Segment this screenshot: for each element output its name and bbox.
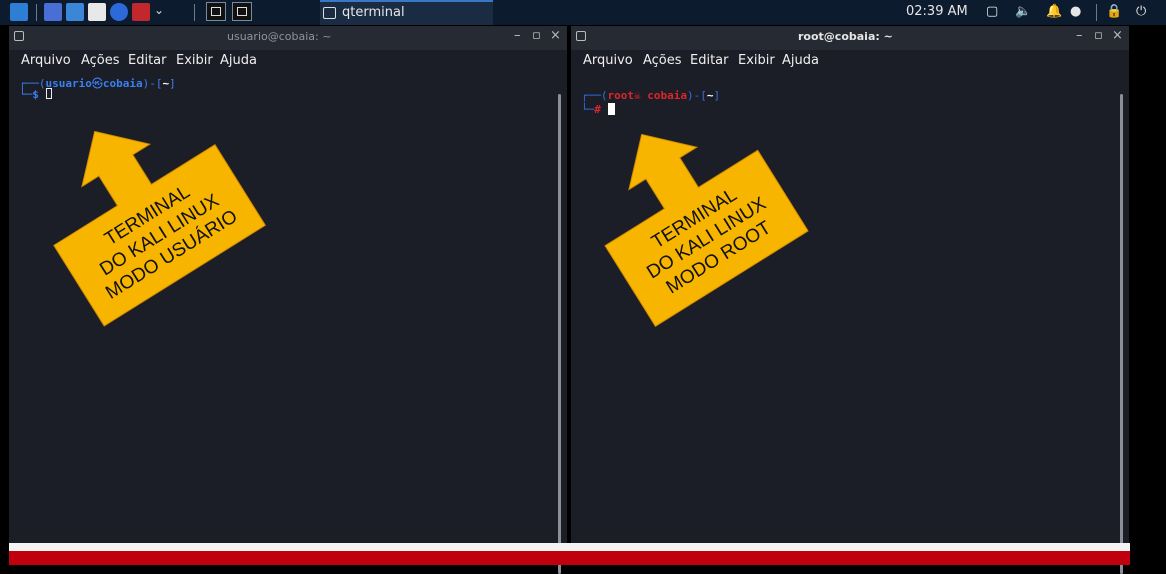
skull-icon: ☠ [634,89,641,102]
bell-icon[interactable]: 🔔 [1046,4,1062,19]
lock-icon[interactable]: 🔒 [1106,4,1122,19]
prompt-line-1: ┌──(root☠ cobaia)-[~] [581,89,721,102]
menu-editar[interactable]: Editar [128,53,167,68]
annotation-arrow-user: TERMINAL DO KALI LINUX MODO USUÁRIO [20,95,270,330]
panel-separator [1096,4,1097,21]
menu-acoes[interactable]: Ações [81,53,120,68]
desktop-icon[interactable] [44,3,62,21]
menu-exibir[interactable]: Exibir [176,53,213,68]
logout-icon[interactable]: ⏻ [1136,4,1146,19]
prompt-user: root [607,89,635,102]
menu-exibir[interactable]: Exibir [738,53,775,68]
terminal-icon [323,7,336,19]
top-panel: ⌄ qterminal 02:39 AM ▢ 🔈 🔔 ● 🔒 ⏻ [0,0,1166,25]
network-icon[interactable]: ● [1070,4,1081,19]
prompt-dir: ~ [706,89,714,102]
menu-acoes[interactable]: Ações [643,53,682,68]
taskbar-item-qterminal[interactable]: qterminal [320,0,493,25]
kali-menu-icon[interactable] [10,3,28,21]
scrollbar[interactable] [1120,94,1123,574]
browser-icon[interactable] [110,3,128,21]
close-button[interactable]: × [550,28,561,43]
maximize-button[interactable]: ▫ [1094,28,1103,43]
menu-arquivo[interactable]: Arquivo [583,53,633,68]
menu-ajuda[interactable]: Ajuda [782,53,819,68]
taskbar-item-label: qterminal [342,5,405,20]
menu-editar[interactable]: Editar [690,53,729,68]
menu-bar: Arquivo Ações Editar Exibir Ajuda [571,50,1129,74]
screen-icon[interactable]: ▢ [986,4,998,19]
clock[interactable]: 02:39 AM [906,4,968,19]
menu-bar: Arquivo Ações Editar Exibir Ajuda [9,50,567,74]
prompt-host: cobaia [647,89,687,102]
maximize-button[interactable]: ▫ [532,28,541,43]
chevron-down-icon[interactable]: ⌄ [154,3,164,17]
text-editor-icon[interactable] [88,3,106,21]
workspace-2-icon[interactable] [232,2,252,21]
volume-icon[interactable]: 🔈 [1015,4,1031,19]
window-title: root@cobaia: ~ [798,30,893,43]
scrollbar[interactable] [558,94,561,574]
window-title: usuario@cobaia: ~ [227,30,332,43]
annotation-arrow-root: TERMINAL DO KALI LINUX MODO ROOT [572,103,812,328]
menu-arquivo[interactable]: Arquivo [21,53,71,68]
panel-separator [194,4,195,21]
prompt-host: cobaia [102,77,143,90]
terminal-icon [576,31,586,41]
panel-separator [36,4,37,21]
close-button[interactable]: × [1112,28,1123,43]
folder-icon[interactable] [66,3,84,21]
bottom-white-strip [9,543,1130,551]
menu-ajuda[interactable]: Ajuda [220,53,257,68]
minimize-button[interactable]: – [514,28,521,43]
workspace-1-icon[interactable] [206,2,226,21]
prompt-dir: ~ [162,77,170,90]
window-titlebar[interactable]: root@cobaia: ~ – ▫ × [571,26,1129,50]
window-titlebar[interactable]: usuario@cobaia: ~ – ▫ × [9,26,567,50]
bottom-red-bar [9,551,1130,565]
minimize-button[interactable]: – [1076,28,1083,43]
terminal-icon [14,31,24,41]
prompt-user: usuario [45,77,92,90]
red-app-icon[interactable] [132,3,150,21]
prompt-at: ㉿ [91,77,103,90]
